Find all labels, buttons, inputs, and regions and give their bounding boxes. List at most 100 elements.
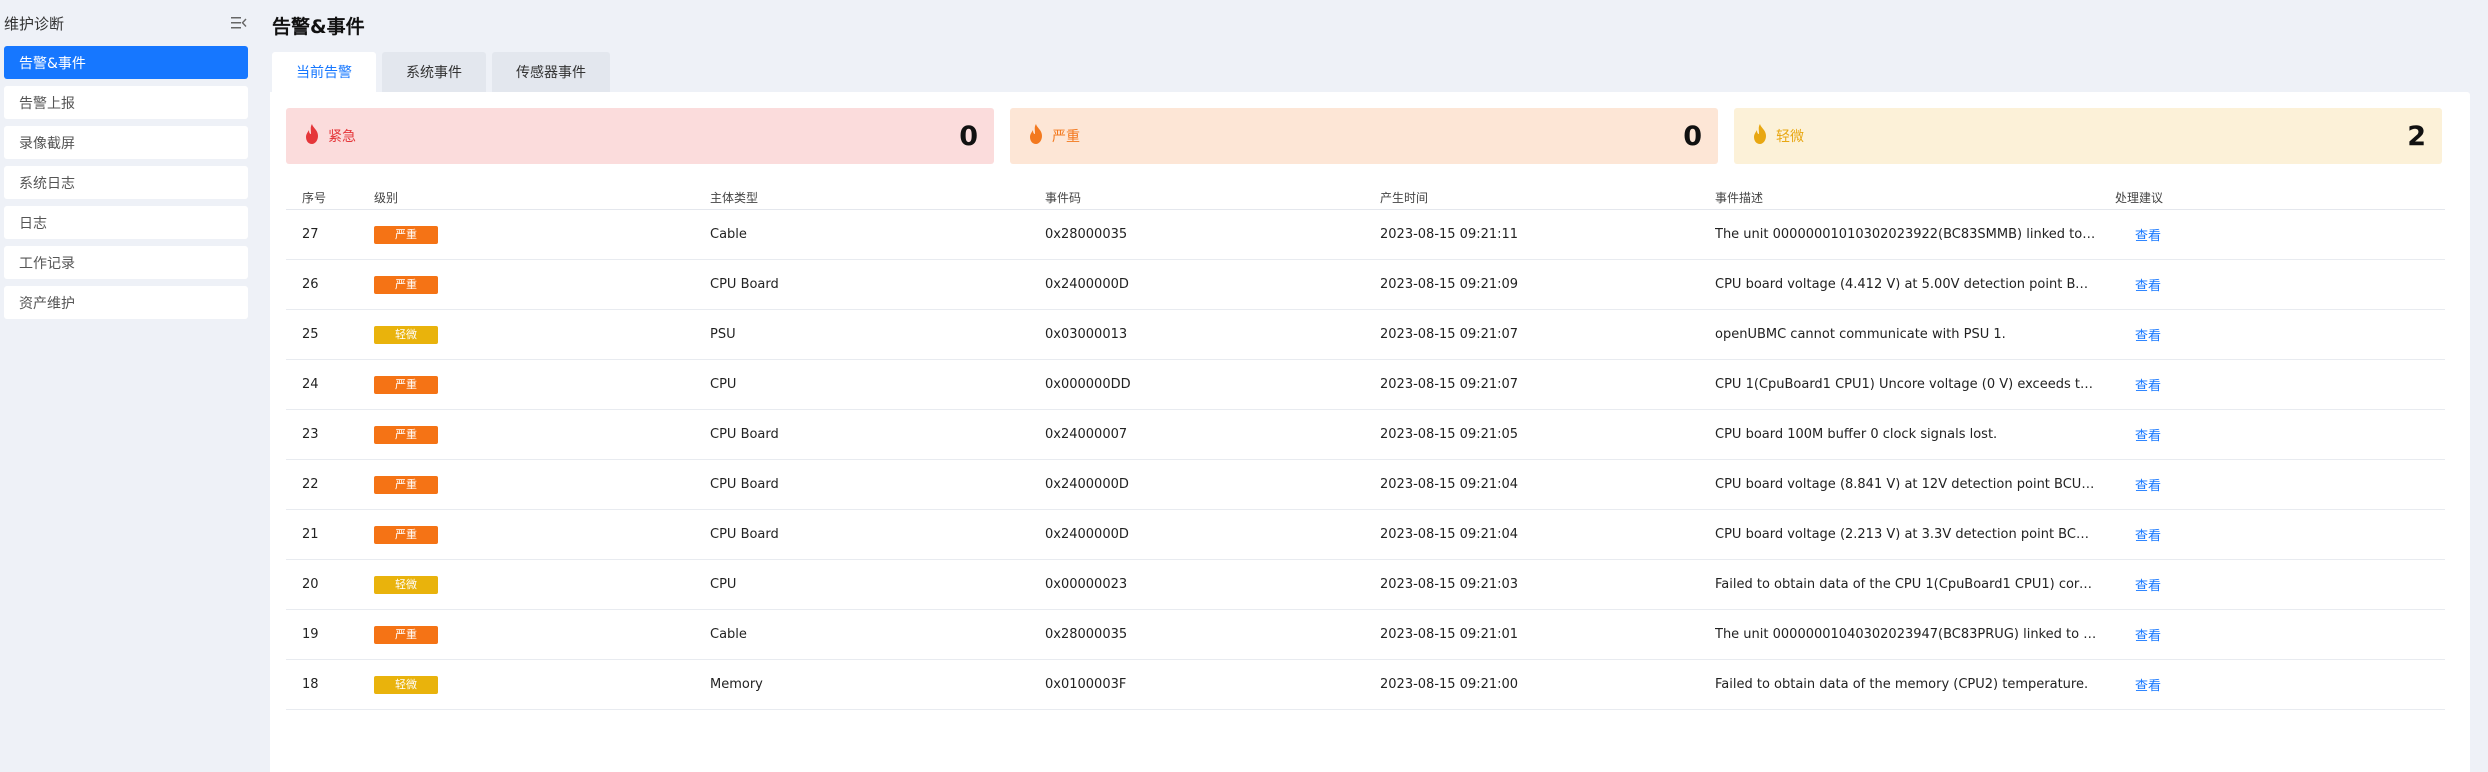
collapse-menu-icon[interactable] (230, 14, 248, 32)
minor-count: 2 (2407, 120, 2426, 152)
cell-event-code: 0x2400000D (1045, 277, 1129, 292)
alarm-table: 序号 级别 主体类型 事件码 产生时间 事件描述 处理建议 27 严重 Cable 0… (286, 186, 2445, 710)
table-row: 25 轻微 PSU 0x03000013 2023-08-15 09:21:07 open… (286, 310, 2445, 360)
cell-time: 2023-08-15 09:21:03 (1380, 577, 1519, 592)
cell-description: CPU 1(CpuBoard1 CPU1) Uncore voltage (0 … (1715, 377, 2115, 392)
level-badge: 严重 (374, 525, 438, 544)
cell-time: 2023-08-15 09:21:04 (1380, 477, 1519, 492)
flame-icon (1752, 124, 1768, 148)
cell-description: Failed to obtain data of the memory (CPU… (1715, 677, 2089, 692)
sidebar-item-label: 系统日志 (19, 175, 75, 192)
view-link[interactable]: 查看 (2115, 479, 2161, 494)
minor-label: 轻微 (1776, 129, 1804, 145)
cell-id: 21 (302, 527, 319, 542)
header-level: 级别 (374, 191, 399, 205)
cell-id: 23 (302, 427, 319, 442)
sidebar-item-alarm-report[interactable]: 告警上报 (4, 86, 248, 119)
cell-subject-type: Cable (710, 227, 747, 242)
header-description: 事件描述 (1715, 191, 1764, 205)
cell-event-code: 0x03000013 (1045, 327, 1128, 342)
cell-suggestion: 查看 (2115, 425, 2245, 444)
sidebar: 维护诊断 告警&事件 告警上报 录像截屏 系统日志 日志 工作记录 资产维护 (0, 0, 252, 772)
urgent-label: 紧急 (328, 129, 356, 145)
cell-description: The unit 00000001040302023947(BC83PRUG) … (1715, 627, 2115, 642)
level-badge: 严重 (374, 275, 438, 294)
sidebar-item-label: 告警上报 (19, 95, 75, 112)
cell-suggestion: 查看 (2115, 375, 2245, 394)
cell-time: 2023-08-15 09:21:09 (1380, 277, 1519, 292)
table-row: 26 严重 CPU Board 0x2400000D 2023-08-15 09:21:… (286, 260, 2445, 310)
cell-time: 2023-08-15 09:21:00 (1380, 677, 1519, 692)
tab-system-events[interactable]: 系统事件 (382, 52, 486, 92)
sidebar-item-work-records[interactable]: 工作记录 (4, 246, 248, 279)
cell-event-code: 0x0100003F (1045, 677, 1127, 692)
cell-subject-type: Memory (710, 677, 763, 692)
header-event-code: 事件码 (1045, 191, 1082, 205)
cell-suggestion: 查看 (2115, 675, 2245, 694)
view-link[interactable]: 查看 (2115, 579, 2161, 594)
cell-suggestion: 查看 (2115, 275, 2245, 294)
view-link[interactable]: 查看 (2115, 279, 2161, 294)
table-row: 20 轻微 CPU 0x00000023 2023-08-15 09:21:03 Fail… (286, 560, 2445, 610)
minor-summary-card: 轻微 2 (1734, 108, 2442, 164)
view-link[interactable]: 查看 (2115, 429, 2161, 444)
cell-subject-type: CPU Board (710, 477, 779, 492)
cell-suggestion: 查看 (2115, 475, 2245, 494)
level-badge: 严重 (374, 375, 438, 394)
cell-id: 26 (302, 277, 319, 292)
cell-level: 严重 (374, 275, 710, 294)
cell-event-code: 0x28000035 (1045, 627, 1128, 642)
cell-description: CPU board voltage (8.841 V) at 12V detec… (1715, 477, 2115, 492)
sidebar-item-log[interactable]: 日志 (4, 206, 248, 239)
tab-current-alarms[interactable]: 当前告警 (272, 52, 376, 92)
tab-sensor-events[interactable]: 传感器事件 (492, 52, 610, 92)
cell-level: 严重 (374, 525, 710, 544)
view-link[interactable]: 查看 (2115, 679, 2161, 694)
main-content: 告警&事件 当前告警 系统事件 传感器事件 紧急 0 严重 0 轻微 2 序号 … (270, 0, 2470, 772)
cell-id: 18 (302, 677, 319, 692)
cell-time: 2023-08-15 09:21:05 (1380, 427, 1519, 442)
view-link[interactable]: 查看 (2115, 529, 2161, 544)
level-badge: 严重 (374, 475, 438, 494)
cell-event-code: 0x24000007 (1045, 427, 1128, 442)
cell-description: Failed to obtain data of the CPU 1(CpuBo… (1715, 577, 2115, 592)
view-link[interactable]: 查看 (2115, 629, 2161, 644)
cell-id: 27 (302, 227, 319, 242)
cell-subject-type: CPU (710, 377, 737, 392)
summary-cards: 紧急 0 严重 0 轻微 2 (286, 108, 2442, 164)
sidebar-item-asset-maintenance[interactable]: 资产维护 (4, 286, 248, 319)
sidebar-item-label: 告警&事件 (19, 55, 86, 72)
sidebar-item-recording-screenshot[interactable]: 录像截屏 (4, 126, 248, 159)
level-badge: 严重 (374, 425, 438, 444)
cell-subject-type: CPU (710, 577, 737, 592)
table-header: 序号 级别 主体类型 事件码 产生时间 事件描述 处理建议 (286, 186, 2445, 210)
view-link[interactable]: 查看 (2115, 379, 2161, 394)
cell-level: 轻微 (374, 575, 710, 594)
cell-id: 25 (302, 327, 319, 342)
table-body: 27 严重 Cable 0x28000035 2023-08-15 09:21:11 Th… (286, 210, 2445, 710)
page-title: 告警&事件 (272, 16, 365, 38)
view-link[interactable]: 查看 (2115, 229, 2161, 244)
cell-level: 严重 (374, 475, 710, 494)
serious-label: 严重 (1052, 129, 1080, 145)
tabs: 当前告警 系统事件 传感器事件 (272, 52, 616, 92)
sidebar-item-alarms-events[interactable]: 告警&事件 (4, 46, 248, 79)
cell-subject-type: CPU Board (710, 277, 779, 292)
cell-level: 严重 (374, 625, 710, 644)
cell-description: CPU board voltage (4.412 V) at 5.00V det… (1715, 277, 2115, 292)
sidebar-item-system-log[interactable]: 系统日志 (4, 166, 248, 199)
view-link[interactable]: 查看 (2115, 329, 2161, 344)
table-row: 19 严重 Cable 0x28000035 2023-08-15 09:21:01 Th… (286, 610, 2445, 660)
table-row: 24 严重 CPU 0x000000DD 2023-08-15 09:21:07 CPU … (286, 360, 2445, 410)
cell-time: 2023-08-15 09:21:01 (1380, 627, 1519, 642)
urgent-count: 0 (959, 120, 978, 152)
cell-id: 20 (302, 577, 319, 592)
serious-summary-card: 严重 0 (1010, 108, 1718, 164)
cell-description: CPU board voltage (2.213 V) at 3.3V dete… (1715, 527, 2115, 542)
flame-icon (1028, 124, 1044, 148)
cell-subject-type: PSU (710, 327, 736, 342)
header-subject-type: 主体类型 (710, 191, 759, 205)
urgent-summary-card: 紧急 0 (286, 108, 994, 164)
cell-event-code: 0x00000023 (1045, 577, 1128, 592)
table-row: 18 轻微 Memory 0x0100003F 2023-08-15 09:21:00 F… (286, 660, 2445, 710)
